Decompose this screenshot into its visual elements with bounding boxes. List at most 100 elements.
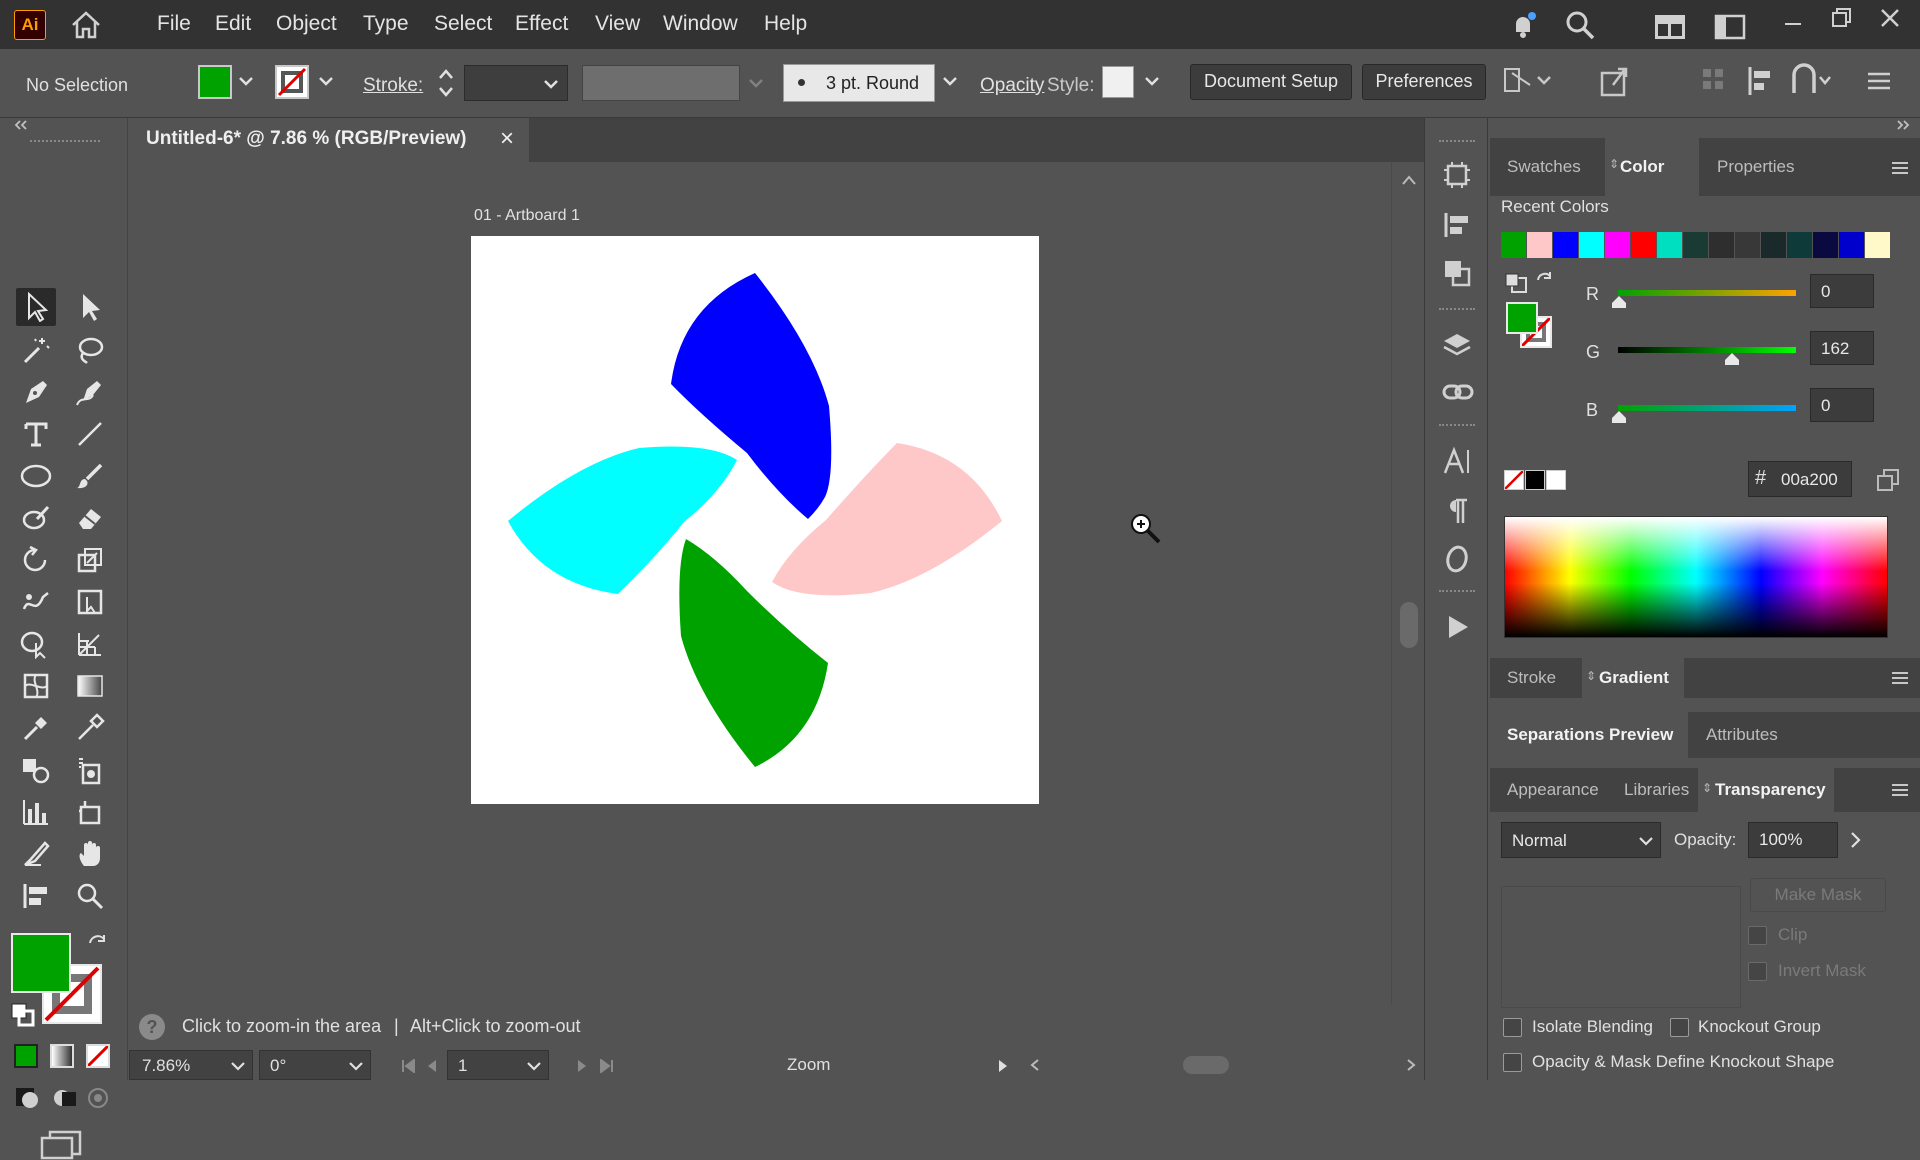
recent-color-swatch[interactable] xyxy=(1579,232,1604,258)
opacity-input[interactable]: 100% xyxy=(1748,822,1838,858)
perspective-grid-tool-icon[interactable] xyxy=(70,625,110,663)
brush-definition-dropdown[interactable]: 3 pt. Round xyxy=(783,64,935,102)
artboard-tool-icon[interactable] xyxy=(70,793,110,831)
fill-dropdown-chevron-icon[interactable] xyxy=(238,73,254,89)
collapse-panel-icon[interactable] xyxy=(12,118,30,132)
hex-field[interactable]: # 00a200 xyxy=(1748,461,1852,497)
horizontal-scroll-thumb[interactable] xyxy=(1183,1056,1229,1074)
transparency-panel-menu-icon[interactable] xyxy=(1890,782,1910,798)
color-panel-fill-box[interactable] xyxy=(1506,302,1538,334)
stroke-weight-dropdown[interactable] xyxy=(464,65,568,101)
align-panel-strip-icon[interactable] xyxy=(1442,210,1472,240)
workspace-icon[interactable] xyxy=(1654,14,1686,40)
r-slider-thumb[interactable] xyxy=(1612,296,1626,308)
transform-grid-icon[interactable] xyxy=(1700,65,1728,97)
shape-builder-tool-icon[interactable] xyxy=(16,625,56,663)
column-graph-tool-icon[interactable] xyxy=(16,793,56,831)
blend-tool-icon[interactable] xyxy=(16,751,56,789)
menu-edit[interactable]: Edit xyxy=(215,12,251,36)
draw-behind-icon[interactable] xyxy=(50,1086,78,1110)
r-value-input[interactable]: 0 xyxy=(1810,274,1874,308)
b-slider-thumb[interactable] xyxy=(1612,411,1626,423)
eyedropper-tool-icon[interactable] xyxy=(16,709,56,747)
minimize-icon[interactable] xyxy=(1782,8,1804,38)
first-artboard-icon[interactable] xyxy=(400,1059,416,1073)
recent-color-swatch[interactable] xyxy=(1839,232,1864,258)
recent-color-swatch[interactable] xyxy=(1709,232,1734,258)
stroke-label[interactable]: Stroke: xyxy=(363,75,423,97)
shape-builder-icon[interactable] xyxy=(1790,63,1834,99)
stroke-weight-stepper-icon[interactable] xyxy=(436,65,456,101)
recent-color-swatch[interactable] xyxy=(1735,232,1760,258)
none-mode-icon[interactable] xyxy=(86,1044,110,1068)
tab-swatches[interactable]: Swatches xyxy=(1507,157,1581,177)
paintbrush-tool-icon[interactable] xyxy=(70,457,110,495)
recent-color-swatch[interactable] xyxy=(1605,232,1630,258)
type-tool-icon[interactable] xyxy=(16,415,56,453)
variable-width-profile[interactable] xyxy=(582,65,740,101)
default-fill-stroke-icon[interactable] xyxy=(10,1002,36,1028)
recent-color-swatch[interactable] xyxy=(1501,232,1526,258)
slice-tool-icon[interactable] xyxy=(16,835,56,873)
recent-color-swatch[interactable] xyxy=(1527,232,1552,258)
close-tab-icon[interactable]: × xyxy=(500,125,514,153)
tab-attributes[interactable]: Attributes xyxy=(1706,725,1778,745)
tab-appearance[interactable]: Appearance xyxy=(1507,780,1599,800)
layers-panel-icon[interactable] xyxy=(1442,330,1472,360)
isolate-blending-checkbox[interactable] xyxy=(1503,1018,1522,1037)
close-window-icon[interactable] xyxy=(1878,6,1902,30)
recent-color-swatch[interactable] xyxy=(1683,232,1708,258)
draw-inside-icon[interactable] xyxy=(86,1086,110,1110)
opentype-panel-icon[interactable] xyxy=(1442,544,1472,574)
rotate-tool-icon[interactable] xyxy=(16,541,56,579)
none-color-button[interactable] xyxy=(1504,470,1524,490)
blend-mode-dropdown[interactable]: Normal xyxy=(1501,822,1661,858)
color-mode-icon[interactable] xyxy=(14,1044,38,1068)
tab-gradient[interactable]: ⇕ Gradient xyxy=(1582,658,1684,698)
tab-properties[interactable]: Properties xyxy=(1717,157,1794,177)
free-transform-tool-icon[interactable] xyxy=(70,583,110,621)
eyedropper-alt-tool-icon[interactable] xyxy=(70,709,110,747)
style-chevron-icon[interactable] xyxy=(1144,73,1160,89)
previous-artboard-icon[interactable] xyxy=(426,1059,438,1073)
g-slider-track[interactable] xyxy=(1618,347,1796,353)
next-artboard-icon[interactable] xyxy=(576,1059,588,1073)
mesh-tool-icon[interactable] xyxy=(16,667,56,705)
curvature-tool-icon[interactable] xyxy=(70,373,110,411)
gradient-mode-icon[interactable] xyxy=(50,1044,74,1068)
links-panel-icon[interactable] xyxy=(1442,380,1474,404)
fill-swatch[interactable] xyxy=(198,65,232,99)
magic-wand-tool-icon[interactable] xyxy=(16,331,56,369)
zoom-tool-icon[interactable] xyxy=(70,877,110,915)
menu-window[interactable]: Window xyxy=(663,12,738,36)
hand-tool-icon[interactable] xyxy=(70,835,110,873)
opacity-label[interactable]: Opacity xyxy=(980,75,1044,97)
strip-grip-4[interactable] xyxy=(1439,590,1475,592)
recent-color-swatch[interactable] xyxy=(1553,232,1578,258)
brush-chevron-icon[interactable] xyxy=(942,73,958,89)
shaper-tool-icon[interactable] xyxy=(16,499,56,537)
selection-tool-icon[interactable] xyxy=(16,288,56,326)
align-left-icon[interactable] xyxy=(1746,63,1776,99)
white-color-button[interactable] xyxy=(1546,470,1566,490)
tab-stroke[interactable]: Stroke xyxy=(1507,668,1556,688)
mini-fill-stroke-icon[interactable] xyxy=(1504,272,1528,294)
symbol-sprayer-tool-icon[interactable] xyxy=(70,751,110,789)
actions-panel-icon[interactable] xyxy=(1442,612,1472,642)
stroke-panel-menu-icon[interactable] xyxy=(1890,670,1910,686)
export-icon[interactable] xyxy=(1598,63,1632,99)
color-spectrum[interactable] xyxy=(1504,516,1888,638)
document-setup-button[interactable]: Document Setup xyxy=(1190,64,1352,100)
rotation-dropdown[interactable]: 0° xyxy=(259,1050,371,1080)
invert-mask-checkbox[interactable] xyxy=(1748,962,1767,981)
recent-color-swatch[interactable] xyxy=(1787,232,1812,258)
direct-selection-tool-icon[interactable] xyxy=(70,288,110,326)
strip-grip-3[interactable] xyxy=(1439,424,1475,426)
menu-type[interactable]: Type xyxy=(363,12,409,36)
panel-menu-icon[interactable] xyxy=(1866,67,1894,95)
graphic-style-swatch[interactable] xyxy=(1102,66,1134,98)
copy-hex-icon[interactable] xyxy=(1876,468,1900,492)
last-artboard-icon[interactable] xyxy=(599,1059,615,1073)
bell-icon[interactable] xyxy=(1508,10,1538,40)
menu-help[interactable]: Help xyxy=(764,12,807,36)
